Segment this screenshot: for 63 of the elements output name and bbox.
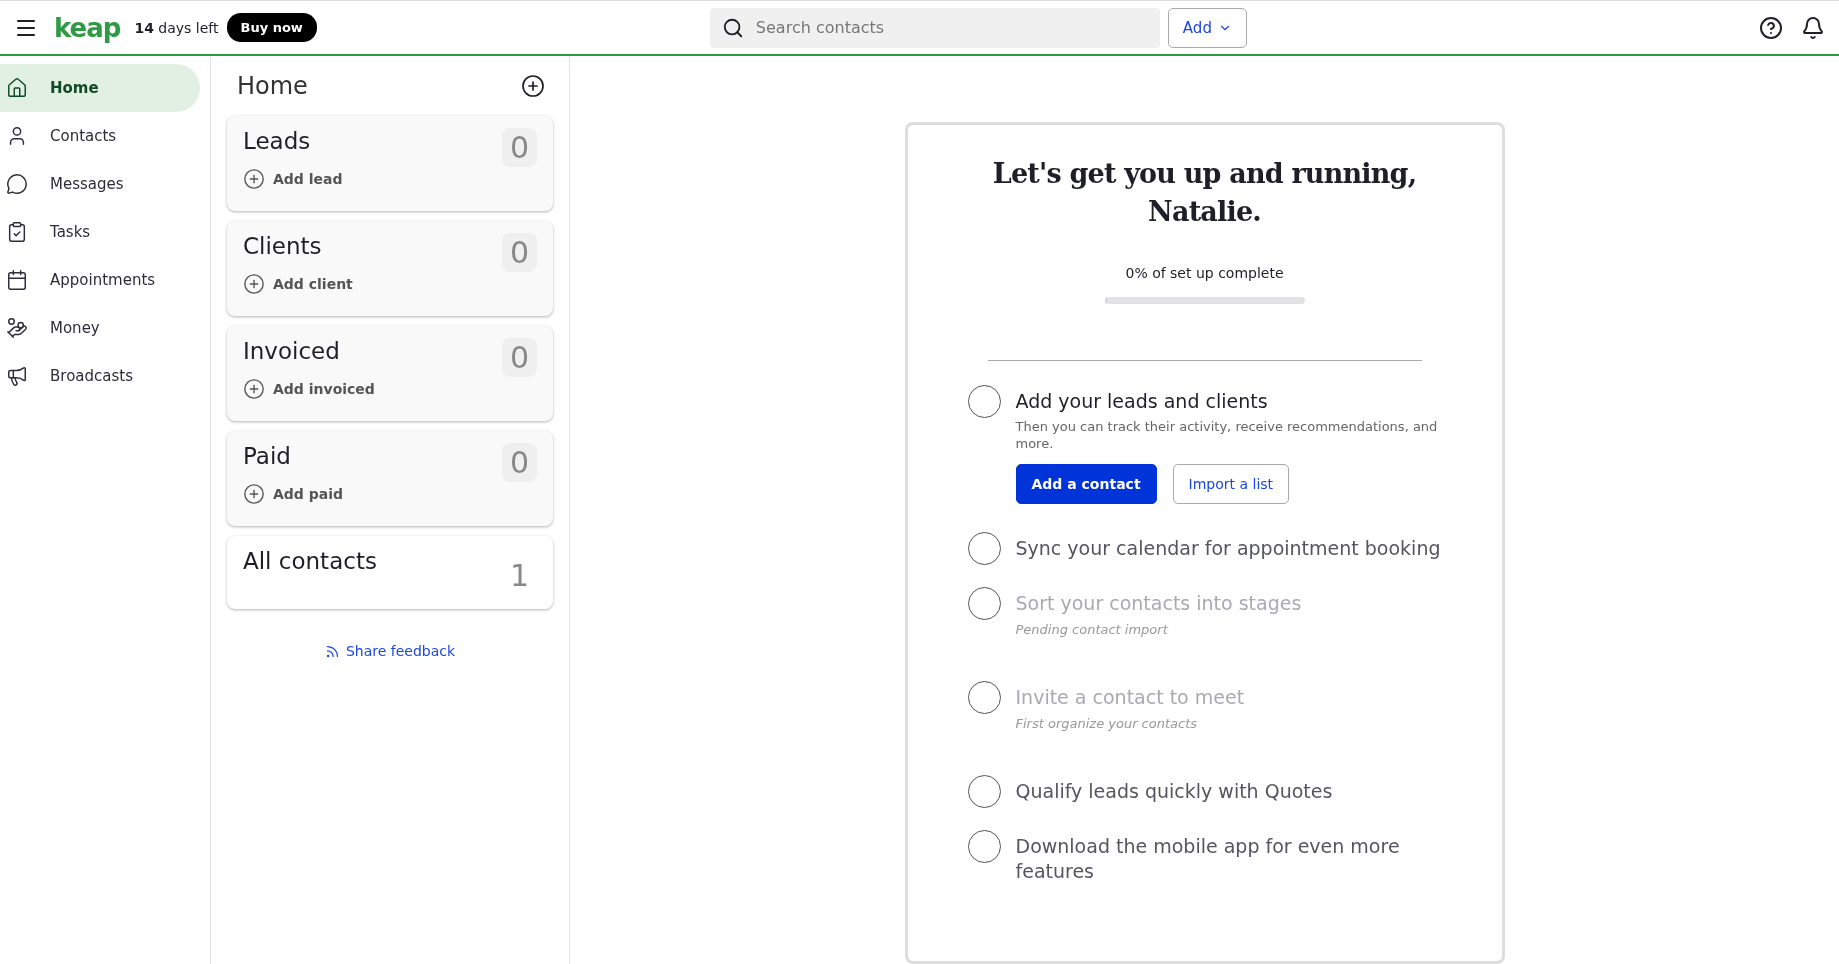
- calendar-icon: [6, 269, 28, 291]
- task-checkbox[interactable]: [967, 830, 1001, 863]
- chat-bubble-icon: [6, 173, 28, 195]
- add-link[interactable]: Add invoiced: [243, 378, 375, 400]
- nav-item[interactable]: Tasks: [0, 208, 200, 256]
- add-link[interactable]: Add paid: [243, 483, 344, 505]
- search-icon: [721, 16, 744, 39]
- stage-name: All contacts: [243, 548, 377, 574]
- task-note: Pending contact import: [1015, 622, 1169, 637]
- count-label: 1: [508, 557, 530, 595]
- feed-icon: [324, 643, 340, 659]
- nav-item[interactable]: Appointments: [0, 256, 200, 304]
- primary-button[interactable]: Add a contact: [1015, 464, 1157, 504]
- secondary-button[interactable]: Import a list: [1172, 464, 1290, 504]
- stage-name: Paid: [243, 443, 292, 469]
- column-title: Home: [237, 72, 308, 100]
- nav-item[interactable]: Money: [0, 304, 200, 352]
- task-description: Then you can track their activity, receive recommendations, and more.: [1015, 418, 1439, 452]
- nav-item[interactable]: Contacts: [0, 112, 200, 160]
- logo: keap: [54, 12, 121, 43]
- search-bar[interactable]: Search contacts: [709, 7, 1160, 48]
- stage-card[interactable]: Clients Add client 0: [227, 221, 553, 316]
- task-title: Sort your contacts into stages: [1015, 591, 1303, 616]
- count-badge: 0: [501, 233, 537, 272]
- add-icon: [243, 378, 265, 400]
- nav-item[interactable]: Home: [0, 64, 200, 112]
- home-icon: [6, 77, 28, 99]
- stage-card[interactable]: Paid Add paid 0: [227, 431, 553, 526]
- search-input[interactable]: Search contacts: [753, 17, 1148, 38]
- buy-now-button[interactable]: Buy now: [226, 13, 317, 42]
- stage-card[interactable]: Leads Add lead 0: [227, 116, 553, 211]
- megaphone-icon: [6, 365, 28, 387]
- feedback-link[interactable]: Share feedback: [324, 643, 456, 659]
- task-title: Download the mobile app for even more features: [1015, 834, 1401, 884]
- task-checkbox[interactable]: [967, 775, 1001, 808]
- task-note: First organize your contacts: [1015, 716, 1199, 731]
- progress-text: 0% of set up complete: [1125, 265, 1284, 281]
- add-link[interactable]: Add client: [243, 273, 353, 295]
- total-card[interactable]: All contacts 1: [227, 536, 553, 609]
- task-title: Qualify leads quickly with Quotes: [1015, 779, 1334, 804]
- count-badge: 0: [501, 338, 537, 377]
- nav-item[interactable]: Broadcasts: [0, 352, 200, 400]
- stage-name: Leads: [243, 128, 312, 154]
- money-icon: [6, 317, 28, 339]
- stage-name: Invoiced: [243, 338, 341, 364]
- count-badge: 0: [501, 128, 537, 167]
- task-checkbox[interactable]: [967, 532, 1001, 565]
- add-icon: [243, 273, 265, 295]
- count-badge: 0: [501, 443, 537, 482]
- stage-name: Clients: [243, 233, 323, 259]
- task-title: Add your leads and clients: [1015, 389, 1269, 414]
- task-checkbox[interactable]: [967, 385, 1001, 418]
- task-title: Invite a contact to meet: [1015, 685, 1246, 710]
- add-icon: [243, 168, 265, 190]
- add-link[interactable]: Add lead: [243, 168, 343, 190]
- add-button[interactable]: Add: [1167, 7, 1247, 48]
- checklist-icon: [6, 221, 28, 243]
- task-title: Sync your calendar for appointment booking: [1015, 536, 1442, 561]
- trial-days-left: 14 days left: [134, 19, 219, 36]
- card-title: Let's get you up and running, Natalie.: [991, 157, 1418, 229]
- nav-item[interactable]: Messages: [0, 160, 200, 208]
- stage-card[interactable]: Invoiced Add invoiced 0: [227, 326, 553, 421]
- add-icon: [243, 483, 265, 505]
